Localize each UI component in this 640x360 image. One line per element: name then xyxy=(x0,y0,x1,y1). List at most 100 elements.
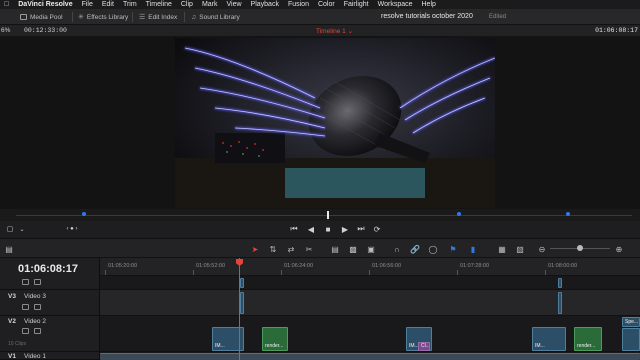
marker-icon[interactable]: ▮ xyxy=(468,244,478,254)
go-to-end-icon[interactable]: ⏭ xyxy=(355,224,367,234)
clip-sliver[interactable] xyxy=(558,292,562,314)
track-name[interactable]: Video 2 xyxy=(24,318,46,325)
ruler-tick xyxy=(281,270,282,275)
scrubber-track[interactable] xyxy=(16,215,632,216)
menu-clip[interactable]: Clip xyxy=(181,1,193,8)
clip-compound[interactable]: Cl... xyxy=(418,342,430,351)
timeline-tracks[interactable]: IM... render... IM... Cl... IM... render… xyxy=(100,276,640,360)
mac-menu-bar:  DaVinci Resolve File Edit Trim Timelin… xyxy=(0,0,640,9)
menu-view[interactable]: View xyxy=(227,1,242,8)
clip-render[interactable]: render... xyxy=(262,327,288,351)
insert-clip-icon[interactable]: ▤ xyxy=(330,244,340,254)
jog-control-icon[interactable]: ‹ ● › xyxy=(66,224,78,234)
overwrite-clip-icon[interactable]: ▩ xyxy=(348,244,358,254)
sound-library-label: Sound Library xyxy=(199,13,240,21)
ruler-tick xyxy=(105,270,106,275)
go-to-start-icon[interactable]: ⏮ xyxy=(288,224,300,234)
clip-sliver[interactable] xyxy=(558,278,562,288)
menu-fusion[interactable]: Fusion xyxy=(288,1,309,8)
lock-icon[interactable] xyxy=(22,279,29,285)
clip-image[interactable] xyxy=(622,328,640,351)
track-id: V3 xyxy=(8,293,16,300)
viewer-options-icon[interactable]: ▢ xyxy=(4,224,16,234)
lock-icon[interactable] xyxy=(22,304,29,310)
zoom-in-icon[interactable]: ⊕ xyxy=(614,244,624,254)
timeline-playhead[interactable] xyxy=(239,258,240,360)
menu-fairlight[interactable]: Fairlight xyxy=(344,1,369,8)
scrubber-playhead[interactable] xyxy=(327,211,329,219)
clip-title[interactable]: Spe... xyxy=(622,317,640,327)
dynamic-trim-icon[interactable]: ⇄ xyxy=(286,244,296,254)
marker-dot[interactable] xyxy=(566,212,570,216)
track-id: V2 xyxy=(8,318,16,325)
menu-workspace[interactable]: Workspace xyxy=(378,1,413,8)
clip-sliver[interactable] xyxy=(240,292,244,314)
zoom-slider-handle[interactable] xyxy=(577,245,583,251)
menu-trim[interactable]: Trim xyxy=(123,1,137,8)
clip-label: IM... xyxy=(215,343,225,349)
v1-clip-strip[interactable] xyxy=(100,353,640,360)
track-name[interactable]: Video 1 xyxy=(24,353,46,360)
chevron-down-icon[interactable]: ⌄ xyxy=(16,224,28,234)
track-header-v1[interactable]: V1 Video 1 xyxy=(0,352,100,360)
monitor-icon[interactable] xyxy=(34,279,41,285)
edit-toolbar: ▤ ➤ ⇅ ⇄ ✂ ▤ ▩ ▣ ∩ 🔗 ◯ ⚑ ▮ ▦ ▧ ⊖ ⊕ xyxy=(0,238,640,258)
sound-library-button[interactable]: ♫ Sound Library xyxy=(191,12,240,22)
menu-file[interactable]: File xyxy=(82,1,93,8)
clip-sliver[interactable] xyxy=(240,278,244,288)
replace-clip-icon[interactable]: ▣ xyxy=(366,244,376,254)
timeline-ruler[interactable]: 01:05:20:00 01:05:52:00 01:06:24:00 01:0… xyxy=(100,258,640,276)
viewer-scrubber[interactable] xyxy=(0,209,640,221)
menu-edit[interactable]: Edit xyxy=(102,1,114,8)
lock-icon[interactable] xyxy=(22,328,29,334)
timeline-options-icon[interactable]: ▤ xyxy=(4,244,14,254)
ruler-label: 01:06:56:00 xyxy=(372,263,402,269)
video-frame xyxy=(175,38,495,208)
monitor-icon[interactable] xyxy=(34,328,41,334)
track-name[interactable]: Video 3 xyxy=(24,293,46,300)
timeline-name-dropdown[interactable]: Timeline 1 ⌄ xyxy=(316,27,353,35)
zoom-out-icon[interactable]: ⊖ xyxy=(537,244,547,254)
menu-mark[interactable]: Mark xyxy=(202,1,218,8)
viewer-zoom[interactable]: 6% xyxy=(1,27,10,34)
stop-icon[interactable]: ■ xyxy=(322,224,334,234)
menu-timeline[interactable]: Timeline xyxy=(146,1,172,8)
flag-icon[interactable]: ⚑ xyxy=(448,244,458,254)
full-extent-zoom-icon[interactable]: ▦ xyxy=(497,244,507,254)
detail-zoom-icon[interactable]: ▧ xyxy=(515,244,525,254)
app-menu[interactable]: DaVinci Resolve xyxy=(18,1,72,8)
menu-playback[interactable]: Playback xyxy=(251,1,279,8)
trim-tool-icon[interactable]: ⇅ xyxy=(268,244,278,254)
ruler-tick xyxy=(193,270,194,275)
track-header-v3[interactable]: V3 Video 3 xyxy=(0,290,100,316)
snapping-icon[interactable]: ∩ xyxy=(392,244,402,254)
ruler-label: 01:06:24:00 xyxy=(284,263,314,269)
effects-library-button[interactable]: ✳ Effects Library xyxy=(78,12,128,22)
clip-image[interactable]: IM... xyxy=(532,327,566,351)
media-pool-label: Media Pool xyxy=(30,13,63,21)
menu-help[interactable]: Help xyxy=(422,1,436,8)
ruler-label: 01:05:20:00 xyxy=(108,263,138,269)
edit-index-label: Edit Index xyxy=(148,13,178,21)
project-title: resolve tutorials october 2020 xyxy=(381,13,473,20)
blade-tool-icon[interactable]: ✂ xyxy=(304,244,314,254)
monitor-icon[interactable] xyxy=(34,304,41,310)
apple-icon[interactable]:  xyxy=(4,1,9,8)
clip-label: render... xyxy=(265,343,284,349)
track-header-v3-top xyxy=(0,276,100,290)
edit-index-button[interactable]: ☰ Edit Index xyxy=(139,12,177,22)
track-header-v2[interactable]: V2 Video 2 10 Clips xyxy=(0,316,100,352)
marker-dot[interactable] xyxy=(457,212,461,216)
position-lock-icon[interactable]: ◯ xyxy=(428,244,438,254)
media-pool-button[interactable]: Media Pool xyxy=(20,12,63,22)
play-icon[interactable]: ▶ xyxy=(339,224,351,234)
marker-dot[interactable] xyxy=(82,212,86,216)
selection-tool-icon[interactable]: ➤ xyxy=(250,244,260,254)
linked-selection-icon[interactable]: 🔗 xyxy=(410,244,420,254)
menu-color[interactable]: Color xyxy=(318,1,335,8)
clip-render[interactable]: render... xyxy=(574,327,602,351)
ruler-label: 01:07:28:00 xyxy=(460,263,490,269)
play-reverse-icon[interactable]: ◀ xyxy=(305,224,317,234)
media-pool-icon xyxy=(20,14,27,20)
loop-icon[interactable]: ⟳ xyxy=(371,224,383,234)
